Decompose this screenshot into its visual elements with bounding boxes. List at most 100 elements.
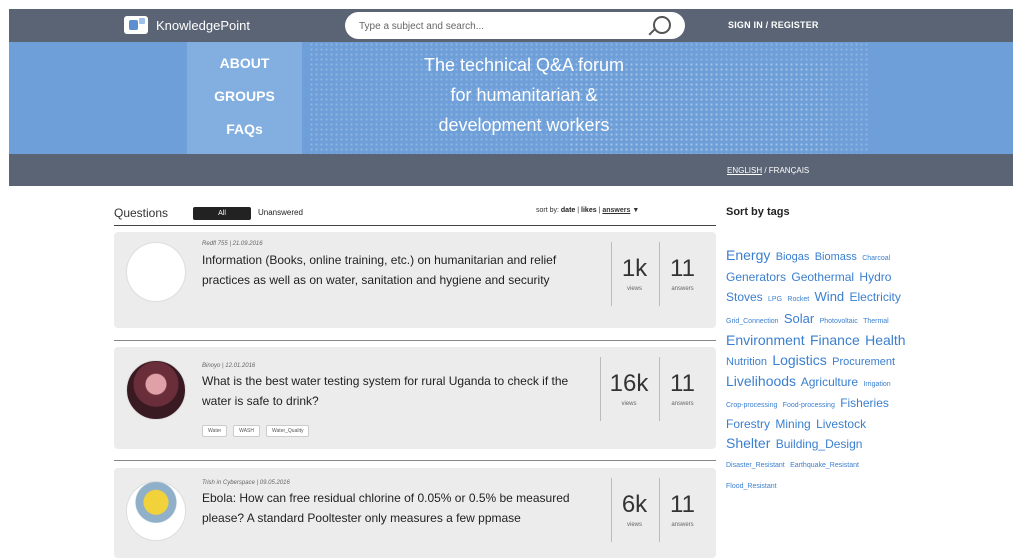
tag-cloud-item[interactable]: Grid_Connection (726, 318, 779, 325)
answers-stat: 11 answers (659, 242, 705, 306)
nav-about[interactable]: ABOUT (187, 55, 302, 71)
tag-cloud-item[interactable]: Finance (810, 332, 860, 348)
tagline: The technical Q&A forum for humanitarian… (389, 50, 659, 140)
views-count: 1k (621, 255, 648, 282)
views-stat: 6k views (611, 478, 657, 542)
views-label: views (626, 522, 642, 528)
tag-cloud-item[interactable]: Solar (784, 311, 814, 326)
avatar (126, 481, 186, 541)
logo[interactable]: KnowledgePoint (124, 16, 250, 34)
question-card[interactable]: Binoyo | 12.01.2016 What is the best wat… (114, 347, 716, 449)
sort-likes[interactable]: likes (581, 207, 597, 214)
answers-stat: 11 answers (659, 478, 705, 542)
tag-cloud-item[interactable]: Food-processing (783, 402, 835, 409)
views-label: views (621, 401, 637, 407)
tag-cloud-item[interactable]: Nutrition (726, 356, 767, 368)
sort-date[interactable]: date (561, 207, 575, 214)
question-meta: Redfl 755 | 21.09.2016 (202, 241, 263, 247)
tag-cloud-item[interactable]: Procurement (832, 356, 895, 368)
tag-cloud-item[interactable]: Photovoltaic (820, 318, 858, 325)
views-count: 16k (609, 370, 649, 397)
question-meta: Binoyo | 12.01.2016 (202, 363, 256, 369)
avatar (126, 242, 186, 302)
tag-list: Water WASH Water_Quality (202, 425, 310, 437)
tag-cloud-item[interactable]: Hydro (859, 270, 891, 284)
question-card[interactable]: Redfl 755 | 21.09.2016 Information (Book… (114, 232, 716, 328)
answers-count: 11 (670, 255, 695, 282)
views-stat: 16k views (600, 357, 657, 421)
tag-cloud-item[interactable]: Livestock (816, 417, 866, 431)
avatar (126, 360, 186, 420)
views-count: 6k (621, 491, 648, 518)
tag-cloud-item[interactable]: Fisheries (840, 396, 889, 410)
search-box (345, 12, 685, 41)
answers-label: answers (671, 522, 694, 528)
search-input[interactable] (357, 12, 651, 41)
sort-label: sort by: (536, 207, 561, 214)
tag-cloud-item[interactable]: Crop-processing (726, 402, 777, 409)
lang-english[interactable]: ENGLISH (727, 166, 762, 175)
tag-cloud-item[interactable]: Generators (726, 270, 786, 284)
hero-banner: ABOUT GROUPS FAQs The technical Q&A foru… (9, 42, 1013, 154)
tag-chip[interactable]: Water (202, 425, 228, 437)
tag-cloud-item[interactable]: Mining (775, 417, 810, 431)
sort-answers[interactable]: answers (602, 207, 630, 214)
tab-unanswered[interactable]: Unanswered (258, 208, 303, 217)
tag-cloud-item[interactable]: Irrigation (863, 381, 890, 388)
tag-cloud-item[interactable]: Environment (726, 332, 805, 348)
tag-cloud-item[interactable]: Biomass (815, 251, 857, 263)
sign-in-register-link[interactable]: SIGN IN / REGISTER (728, 20, 819, 30)
question-meta: Trish in Cyberspace | 09.05.2016 (202, 480, 290, 486)
tagline-line-3: development workers (438, 115, 610, 135)
top-bar: KnowledgePoint SIGN IN / REGISTER (9, 9, 1013, 42)
answers-label: answers (671, 286, 694, 292)
question-title[interactable]: Ebola: How can free residual chlorine of… (202, 488, 572, 528)
tag-cloud-item[interactable]: Earthquake_Resistant (790, 462, 859, 469)
tag-cloud-item[interactable]: Livelihoods (726, 373, 796, 389)
nav-groups[interactable]: GROUPS (187, 88, 302, 104)
sort-arrow-icon: ▼ (632, 207, 640, 214)
questions-title: Questions (114, 206, 169, 220)
tag-cloud-item[interactable]: Forestry (726, 417, 770, 431)
tag-cloud-item[interactable]: LPG (768, 296, 782, 303)
tag-cloud-item[interactable]: Energy (726, 247, 770, 263)
tag-cloud-item[interactable]: Logistics (772, 352, 826, 368)
tag-cloud-item[interactable]: Geothermal (791, 270, 854, 284)
answers-count: 11 (670, 491, 695, 518)
tag-cloud-item[interactable]: Biogas (776, 251, 810, 263)
tag-cloud-item[interactable]: Wind (815, 289, 845, 304)
lang-french[interactable]: FRANÇAIS (769, 166, 809, 175)
divider (114, 340, 716, 341)
lang-separator: / (762, 166, 769, 175)
tag-cloud: Energy Biogas Biomass Charcoal Generator… (726, 246, 908, 496)
tag-cloud-item[interactable]: Charcoal (862, 255, 890, 262)
tag-cloud-item[interactable]: Flood_Resistant (726, 483, 777, 490)
search-icon[interactable] (653, 16, 671, 34)
tag-cloud-item[interactable]: Rocket (787, 296, 809, 303)
tag-cloud-item[interactable]: Shelter (726, 435, 770, 451)
tag-chip[interactable]: WASH (233, 425, 260, 437)
tag-cloud-item[interactable]: Disaster_Resistant (726, 462, 785, 469)
language-switcher: ENGLISH / FRANÇAIS (727, 166, 809, 175)
answers-label: answers (671, 401, 694, 407)
question-title[interactable]: What is the best water testing system fo… (202, 371, 572, 411)
nav-faqs[interactable]: FAQs (187, 121, 302, 137)
tag-cloud-item[interactable]: Health (865, 332, 905, 348)
brand-name: KnowledgePoint (156, 17, 250, 33)
questions-header: Questions All Unanswered sort by: date |… (114, 203, 716, 226)
tag-cloud-item[interactable]: Agriculture (801, 375, 858, 389)
tag-cloud-item[interactable]: Stoves (726, 290, 763, 304)
sort-controls: sort by: date | likes | answers ▼ (536, 207, 640, 214)
views-stat: 1k views (611, 242, 657, 306)
tag-cloud-item[interactable]: Thermal (863, 318, 889, 325)
answers-stat: 11 answers (659, 357, 705, 421)
tag-cloud-item[interactable]: Electricity (850, 290, 901, 304)
divider (114, 460, 716, 461)
question-title[interactable]: Information (Books, online training, etc… (202, 250, 572, 290)
tag-cloud-item[interactable]: Building_Design (776, 437, 863, 451)
tag-chip[interactable]: Water_Quality (265, 425, 310, 437)
language-bar: ENGLISH / FRANÇAIS (9, 154, 1013, 186)
tagline-line-2: for humanitarian & (450, 85, 598, 105)
question-card[interactable]: Trish in Cyberspace | 09.05.2016 Ebola: … (114, 468, 716, 558)
tab-all[interactable]: All (193, 207, 251, 220)
